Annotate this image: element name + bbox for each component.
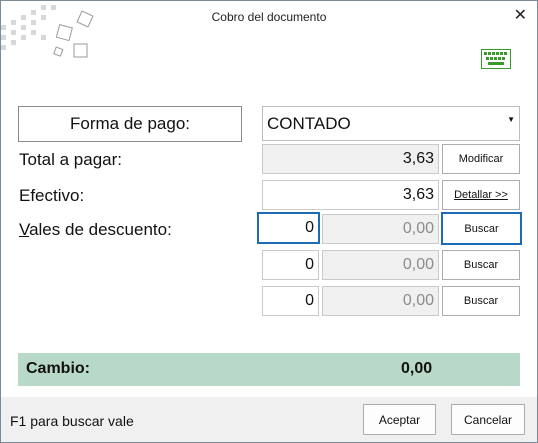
detallar-button[interactable]: Detallar >> — [442, 180, 520, 210]
vale-amount-field: 0,00 — [322, 286, 439, 316]
buscar-button[interactable]: Buscar — [442, 250, 520, 280]
modificar-button[interactable]: Modificar — [442, 144, 520, 174]
cambio-value: 0,00 — [401, 360, 433, 377]
buscar-button[interactable]: Buscar — [441, 212, 522, 245]
total-field: 3,63 — [262, 144, 439, 174]
vale-amount-field: 0,00 — [322, 214, 439, 244]
forma-de-pago-value: CONTADO — [267, 114, 351, 133]
buscar-button[interactable]: Buscar — [442, 286, 520, 316]
footer-bar: F1 para buscar vale Aceptar Cancelar — [1, 397, 537, 442]
payment-dialog: Cobro del documento ✕ Forma de pago: CON… — [0, 0, 538, 443]
forma-de-pago-select[interactable]: CONTADO ▼ — [262, 106, 520, 141]
vale-count-field[interactable]: 0 — [262, 250, 319, 280]
aceptar-button[interactable]: Aceptar — [363, 404, 436, 435]
efectivo-label: Efectivo: — [19, 186, 85, 205]
status-hint: F1 para buscar vale — [10, 413, 134, 429]
efectivo-field[interactable]: 3,63 — [262, 180, 439, 210]
vales-label-rest: ales de descuento: — [29, 220, 172, 239]
forma-de-pago-button[interactable]: Forma de pago: — [18, 106, 242, 142]
cancelar-button[interactable]: Cancelar — [451, 404, 525, 435]
keyboard-icon[interactable] — [481, 49, 511, 69]
vale-count-field[interactable]: 0 — [257, 212, 320, 244]
vale-count-field[interactable]: 0 — [262, 286, 319, 316]
vales-label-accesskey: V — [19, 220, 30, 239]
close-icon[interactable]: ✕ — [514, 5, 527, 25]
chevron-down-icon[interactable]: ▼ — [507, 115, 515, 124]
vales-label: Vales de descuento: — [19, 220, 172, 240]
cambio-label: Cambio: — [26, 360, 90, 377]
vale-amount-field: 0,00 — [322, 250, 439, 280]
cambio-bar: Cambio: 0,00 — [18, 353, 520, 386]
window-title: Cobro del documento — [211, 10, 327, 24]
total-label: Total a pagar: — [19, 150, 123, 169]
